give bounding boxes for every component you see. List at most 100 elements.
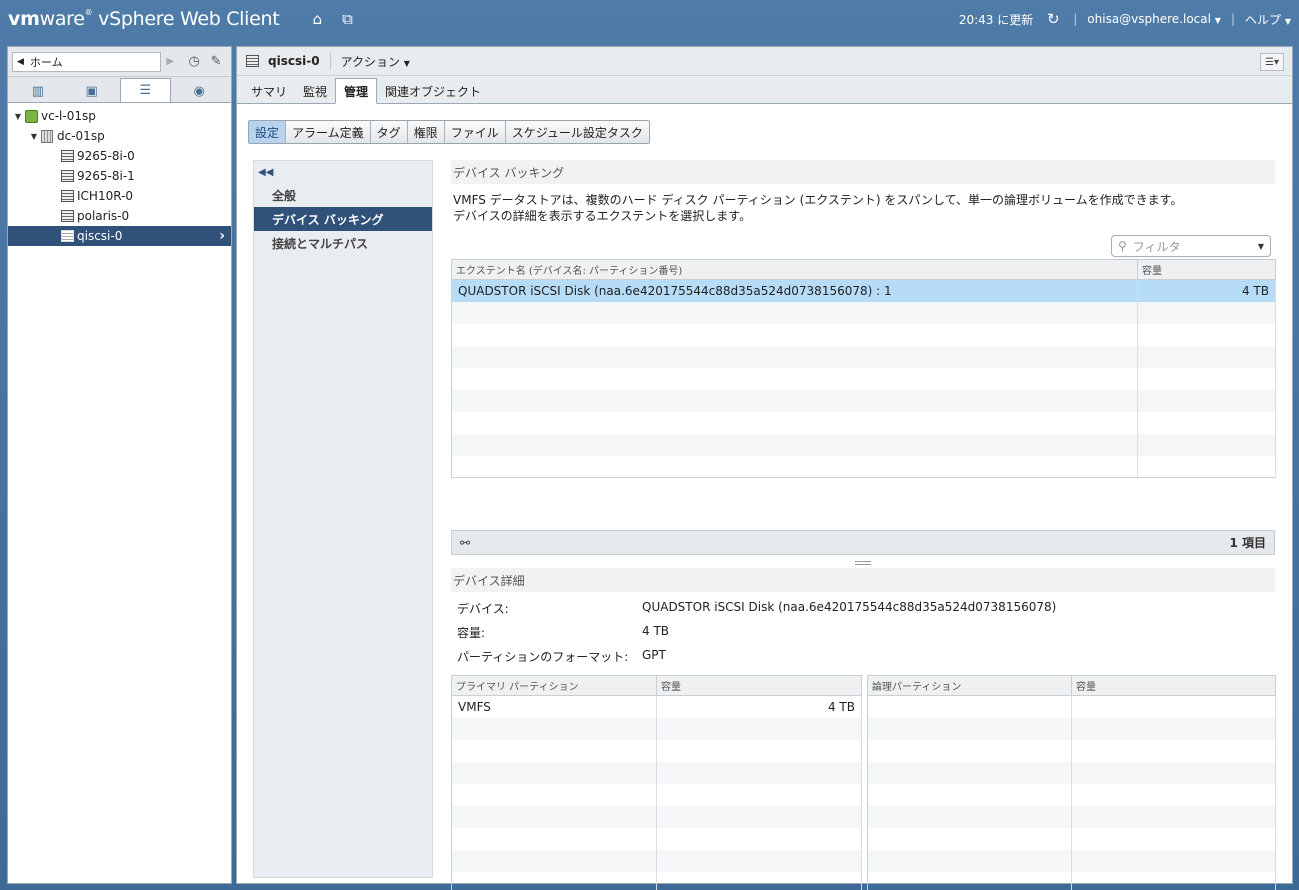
- help-menu[interactable]: ヘルプ ▼: [1245, 11, 1291, 28]
- chevron-down-icon[interactable]: ▼: [1258, 242, 1264, 251]
- pin-icon[interactable]: ✎: [205, 52, 227, 72]
- object-tabs: サマリ 監視 管理 関連オブジェクト: [237, 76, 1292, 104]
- settings-nav: ◀◀ 全般 デバイス バッキング 接続とマルチパス: [253, 160, 433, 878]
- datastore-icon: [245, 55, 259, 67]
- networking-tab-icon[interactable]: ◉: [173, 80, 225, 102]
- extent-name-cell: QUADSTOR iSCSI Disk (naa.6e420175544c88d…: [451, 279, 1138, 302]
- forward-icon[interactable]: ▶: [163, 52, 177, 72]
- filter-input[interactable]: ⚲ フィルタ ▼: [1111, 235, 1271, 257]
- column-header-capacity[interactable]: 容量: [1071, 675, 1276, 696]
- history-icon[interactable]: ◷: [183, 52, 205, 72]
- tree-item-datastore[interactable]: polaris-0: [8, 206, 231, 226]
- column-header-capacity[interactable]: 容量: [1137, 259, 1276, 280]
- empty-row: [451, 367, 1276, 390]
- column-header-primary-partition[interactable]: プライマリ パーティション: [451, 675, 657, 696]
- user-name: ohisa@vsphere.local: [1087, 12, 1211, 26]
- tree-item-datastore[interactable]: 9265-8i-0: [8, 146, 231, 166]
- description-line: デバイスの詳細を表示するエクステントを選択します。: [453, 209, 752, 223]
- object-header: qiscsi-0 アクション ▼ ☰▾: [237, 47, 1292, 76]
- settings-nav-general[interactable]: 全般: [254, 183, 432, 207]
- device-value: QUADSTOR iSCSI Disk (naa.6e420175544c88d…: [642, 600, 1057, 614]
- empty-row: [867, 695, 1276, 718]
- column-header-extent[interactable]: エクステント名 (デバイス名: パーティション番号): [451, 259, 1138, 280]
- subtab-tags[interactable]: タグ: [370, 121, 408, 143]
- device-backing-content: デバイス バッキング VMFS データストアは、複数のハード ディスク パーティ…: [451, 160, 1276, 890]
- refresh-icon[interactable]: ↻: [1043, 9, 1063, 29]
- empty-row: [451, 455, 1276, 478]
- vms-templates-tab-icon[interactable]: ▣: [66, 80, 118, 102]
- actions-menu[interactable]: アクション ▼: [341, 53, 410, 70]
- manage-subtabs: 設定 アラーム定義 タグ 権限 ファイル スケジュール設定タスク: [248, 120, 650, 144]
- empty-row: [451, 323, 1276, 346]
- home-nav-label: ホーム: [29, 55, 63, 69]
- hosts-clusters-tab-icon[interactable]: ▥: [12, 80, 64, 102]
- datacenter-icon: [40, 129, 54, 143]
- item-count: 1 項目: [1229, 536, 1266, 550]
- home-nav-button[interactable]: ◀ ホーム: [12, 51, 162, 72]
- subtab-alarm-definitions[interactable]: アラーム定義: [286, 121, 371, 143]
- navigator-panel: ◀ ホーム ▶ ◷ ✎ ▥ ▣ ☰ ◉ ▼ vc-l-01sp ▼ dc-01s…: [7, 46, 232, 884]
- user-menu[interactable]: ohisa@vsphere.local ▼: [1087, 12, 1221, 26]
- main-panel: qiscsi-0 アクション ▼ ☰▾ サマリ 監視 管理 関連オブジェクト 設…: [236, 46, 1293, 890]
- empty-row: [451, 433, 1276, 456]
- subtab-settings[interactable]: 設定: [249, 121, 287, 143]
- splitter-handle[interactable]: [855, 561, 871, 565]
- back-icon: ◀: [17, 56, 24, 67]
- capacity-cell: 4 TB: [656, 695, 862, 718]
- empty-row: [867, 849, 1276, 872]
- empty-row: [451, 827, 862, 850]
- empty-row: [451, 805, 862, 828]
- datastore-icon: [60, 210, 74, 222]
- empty-row: [451, 739, 862, 762]
- expand-arrow-icon[interactable]: ▼: [12, 112, 24, 121]
- settings-nav-connectivity-multipathing[interactable]: 接続とマルチパス: [254, 231, 432, 255]
- empty-row: [867, 783, 1276, 806]
- actions-label: アクション: [340, 54, 400, 69]
- chevron-right-icon[interactable]: ›: [219, 228, 225, 244]
- tree-item-vcenter[interactable]: ▼ vc-l-01sp: [8, 106, 231, 126]
- storage-tab-icon[interactable]: ☰: [119, 78, 172, 102]
- tree-item-label: ICH10R-0: [77, 189, 134, 203]
- partition-format-label: パーティションのフォーマット:: [457, 650, 629, 664]
- primary-partition-grid: プライマリ パーティション 容量 VMFS 4 TB: [451, 675, 862, 890]
- empty-row: [867, 761, 1276, 784]
- view-menu-icon[interactable]: ☰▾: [1260, 53, 1284, 71]
- capacity-cell: 4 TB: [1137, 279, 1276, 302]
- tree-item-datastore[interactable]: ICH10R-0: [8, 186, 231, 206]
- empty-row: [867, 871, 1276, 890]
- home-icon[interactable]: ⌂: [307, 9, 327, 29]
- inventory-tree: ▼ vc-l-01sp ▼ dc-01sp 9265-8i-0 9265-8i-…: [8, 103, 231, 246]
- subtab-scheduled-tasks[interactable]: スケジュール設定タスク: [505, 121, 649, 143]
- subtab-permissions[interactable]: 権限: [407, 121, 445, 143]
- tab-manage[interactable]: 管理: [335, 78, 378, 104]
- partition-format-value: GPT: [642, 648, 666, 662]
- datastore-icon: [60, 150, 74, 162]
- description: VMFS データストアは、複数のハード ディスク パーティション (エクステント…: [451, 192, 1275, 224]
- table-row[interactable]: VMFS 4 TB: [451, 695, 862, 718]
- empty-row: [451, 871, 862, 890]
- tab-summary[interactable]: サマリ: [243, 79, 295, 103]
- table-row[interactable]: QUADSTOR iSCSI Disk (naa.6e420175544c88d…: [451, 279, 1276, 302]
- settings-nav-device-backing[interactable]: デバイス バッキング: [254, 207, 432, 231]
- column-header-capacity[interactable]: 容量: [656, 675, 862, 696]
- top-bar: vmware® vSphere Web Client ⌂ ⧉ 20:43 に更新…: [8, 8, 1291, 30]
- empty-row: [451, 783, 862, 806]
- binoculars-icon[interactable]: ⚯: [460, 536, 470, 550]
- collapse-icon[interactable]: ◀◀: [254, 161, 432, 183]
- datastore-icon: [60, 230, 74, 242]
- object-title: qiscsi-0: [268, 54, 320, 68]
- empty-row: [451, 301, 1276, 324]
- tab-related-objects[interactable]: 関連オブジェクト: [377, 79, 489, 103]
- new-window-icon[interactable]: ⧉: [337, 9, 357, 29]
- empty-row: [867, 717, 1276, 740]
- expand-arrow-icon[interactable]: ▼: [28, 132, 40, 141]
- tree-item-datacenter[interactable]: ▼ dc-01sp: [8, 126, 231, 146]
- tab-monitor[interactable]: 監視: [295, 79, 335, 103]
- column-header-logical-partition[interactable]: 論理パーティション: [867, 675, 1072, 696]
- tree-item-datastore[interactable]: 9265-8i-1: [8, 166, 231, 186]
- subtab-files[interactable]: ファイル: [444, 121, 506, 143]
- empty-row: [451, 717, 862, 740]
- tree-item-label: vc-l-01sp: [41, 109, 96, 123]
- chevron-down-icon: ▼: [403, 58, 410, 68]
- tree-item-datastore-selected[interactable]: qiscsi-0 ›: [8, 226, 231, 246]
